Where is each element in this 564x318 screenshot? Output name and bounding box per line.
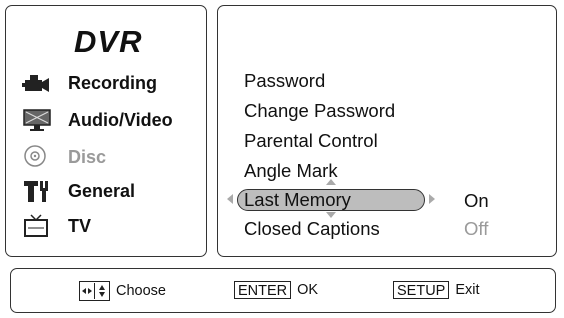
sidebar-item-label: TV (68, 215, 92, 236)
menu-item-angle-mark[interactable]: Angle Mark (244, 160, 338, 182)
left-arrow-icon (227, 194, 233, 204)
choose-label: Choose (116, 283, 166, 299)
enter-hint: ENTER OK (234, 281, 318, 299)
sidebar-item-audio-video[interactable]: Audio/Video (22, 107, 173, 133)
sidebar-item-tv[interactable]: TV (22, 213, 91, 239)
navigation-keys-icon (79, 281, 110, 301)
tv-icon (22, 214, 52, 238)
tv-screen-icon (22, 108, 52, 132)
camcorder-icon (22, 71, 52, 95)
right-arrow-icon (429, 194, 435, 204)
setup-label: Exit (455, 282, 480, 298)
settings-panel: Password Change Password Parental Contro… (217, 5, 557, 257)
menu-item-closed-captions[interactable]: Closed Captions (244, 218, 380, 240)
sidebar-item-recording[interactable]: Recording (22, 70, 157, 96)
sidebar-item-label: Audio/Video (68, 109, 173, 130)
sidebar-item-disc[interactable]: Disc (22, 144, 106, 170)
setup-hint: SETUP Exit (393, 281, 480, 299)
sidebar-item-label: Disc (68, 146, 107, 167)
menu-item-last-memory[interactable]: Last Memory (244, 189, 351, 211)
up-arrow-icon (326, 179, 336, 185)
help-bar: Choose ENTER OK SETUP Exit (10, 268, 556, 313)
last-memory-value[interactable]: On (464, 190, 489, 212)
setup-key: SETUP (393, 281, 450, 299)
closed-captions-value[interactable]: Off (464, 218, 488, 240)
sidebar-item-label: Recording (68, 72, 158, 93)
enter-label: OK (297, 282, 319, 298)
menu-item-parental-control[interactable]: Parental Control (244, 130, 378, 152)
tools-icon (22, 179, 52, 203)
dvr-logo: DVR (74, 24, 143, 59)
sidebar-item-general[interactable]: General (22, 178, 135, 204)
disc-icon (22, 145, 52, 169)
category-sidebar: DVR Recording Audio/Video Disc General T… (5, 5, 207, 257)
enter-key: ENTER (234, 281, 292, 299)
menu-item-change-password[interactable]: Change Password (244, 100, 395, 122)
menu-item-password[interactable]: Password (244, 70, 325, 92)
choose-hint: Choose (79, 281, 166, 301)
sidebar-item-label: General (68, 180, 136, 201)
